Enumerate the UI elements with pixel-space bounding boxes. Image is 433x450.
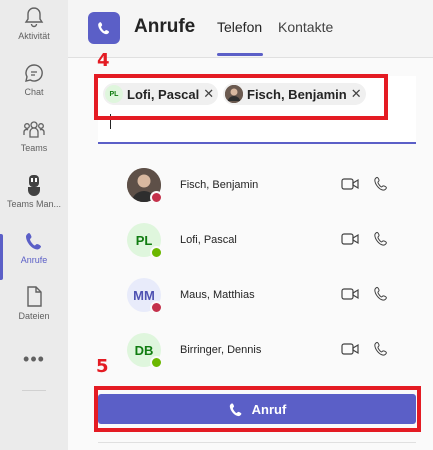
audio-call-icon[interactable] <box>373 175 389 192</box>
status-badge <box>150 246 163 259</box>
contact-name: Lofi, Pascal <box>180 234 237 246</box>
rail-item-chat[interactable]: Chat <box>0 62 68 118</box>
contact-name: Maus, Matthias <box>180 289 255 301</box>
video-call-icon[interactable] <box>341 342 359 356</box>
rail-label: Anrufe <box>20 255 48 265</box>
video-call-icon[interactable] <box>341 232 359 246</box>
list-item[interactable]: MM Maus, Matthias <box>127 278 427 328</box>
rail-item-teams-manager[interactable]: Teams Man... <box>0 174 68 230</box>
bell-icon <box>24 7 44 28</box>
highlight-box-step-5 <box>94 386 421 432</box>
status-badge <box>150 191 163 204</box>
list-item[interactable]: DB Birringer, Dennis <box>127 333 427 383</box>
list-item[interactable]: Fisch, Benjamin <box>127 168 427 218</box>
video-call-icon[interactable] <box>341 177 359 191</box>
list-item[interactable]: PL Lofi, Pascal <box>127 223 427 273</box>
status-badge <box>150 301 163 314</box>
phone-icon <box>98 22 110 35</box>
rail-label: Teams Man... <box>6 199 62 209</box>
video-call-icon[interactable] <box>341 287 359 301</box>
app-header: Anrufe Telefon Kontakte <box>68 0 433 58</box>
rail-label: Aktivität <box>18 31 50 41</box>
rail-label: Teams <box>20 143 48 153</box>
more-apps-button[interactable]: ••• <box>0 349 68 370</box>
step-number-4: 4 <box>97 50 110 71</box>
calls-app-icon <box>88 12 120 44</box>
chat-icon <box>25 64 43 82</box>
tab-kontakte[interactable]: Kontakte <box>278 19 333 35</box>
tab-telefon[interactable]: Telefon <box>217 19 262 35</box>
audio-call-icon[interactable] <box>373 285 389 302</box>
app-rail: Aktivität Chat Teams Teams Man... Anrufe… <box>0 0 69 450</box>
rail-item-teams[interactable]: Teams <box>0 118 68 174</box>
rail-label: Chat <box>24 87 44 97</box>
audio-call-icon[interactable] <box>373 230 389 247</box>
divider <box>98 442 416 443</box>
file-icon <box>27 286 42 307</box>
rail-divider <box>22 390 46 391</box>
rail-item-activity[interactable]: Aktivität <box>0 6 68 62</box>
step-number-5: 5 <box>96 356 109 377</box>
highlight-box-step-4 <box>94 74 388 120</box>
teams-icon <box>23 121 45 138</box>
contact-name: Birringer, Dennis <box>180 344 262 356</box>
phone-icon <box>26 233 41 250</box>
rail-item-files[interactable]: Dateien <box>0 286 68 342</box>
contact-name: Fisch, Benjamin <box>180 179 259 191</box>
audio-call-icon[interactable] <box>373 340 389 357</box>
rail-item-calls[interactable]: Anrufe <box>0 230 68 286</box>
active-tab-indicator <box>217 53 263 56</box>
page-title: Anrufe <box>134 16 196 37</box>
teams-manager-icon <box>28 175 40 196</box>
rail-label: Dateien <box>18 311 50 321</box>
status-badge <box>150 356 163 369</box>
